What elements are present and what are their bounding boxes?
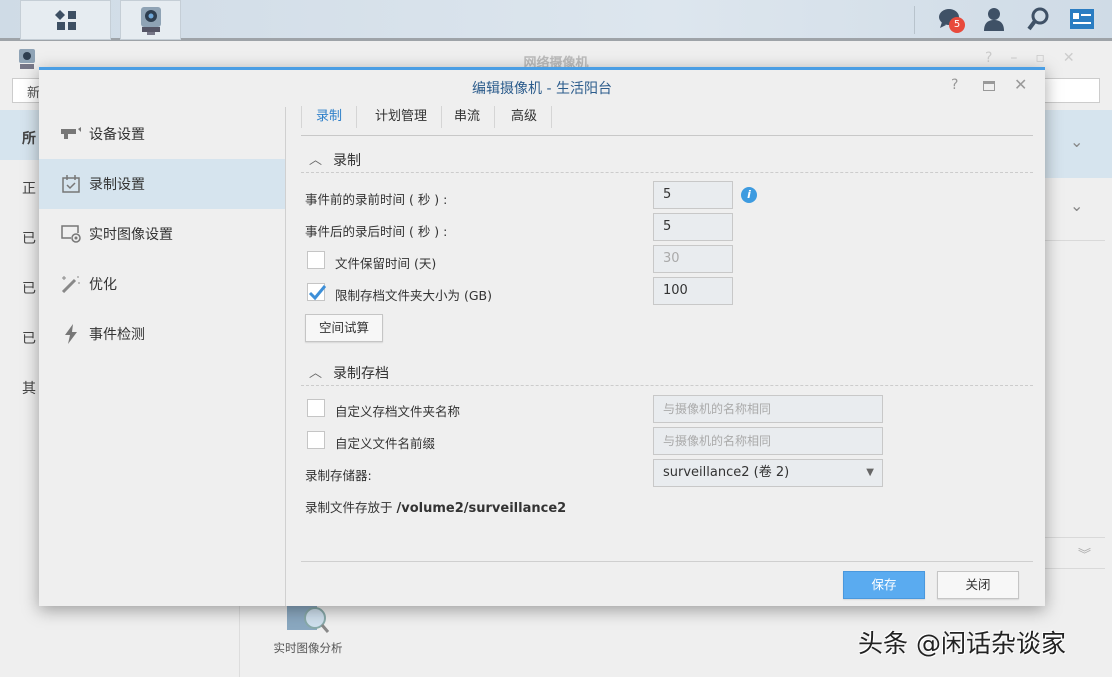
section-title-recording: 录制 — [333, 150, 361, 170]
dialog-title: 编辑摄像机 - 生活阳台 — [39, 78, 1045, 98]
custom-folder-checkbox[interactable] — [307, 399, 325, 417]
main-menu-button[interactable] — [20, 0, 111, 40]
dropdown-arrow-icon: ▼ — [866, 460, 874, 486]
storage-select[interactable]: surveillance2 (卷 2) ▼ — [653, 459, 883, 487]
chevron-down-icon[interactable]: ⌄ — [1070, 196, 1083, 215]
watermark: 头条 @闲话杂谈家 — [858, 624, 1066, 660]
bg-list-item[interactable]: 已 — [22, 278, 36, 298]
info-icon[interactable]: i — [741, 187, 757, 203]
bg-list-item[interactable]: 已 — [22, 228, 36, 248]
sidebar-item-event-detection[interactable]: 事件检测 — [39, 309, 285, 359]
pre-record-label: 事件前的录前时间 ( 秒 ) : — [305, 189, 447, 208]
tab-advanced[interactable]: 高级 — [497, 106, 552, 128]
retention-checkbox[interactable] — [307, 251, 325, 269]
pre-record-input[interactable]: 5 — [653, 181, 733, 209]
widgets-icon[interactable] — [1069, 8, 1095, 30]
camera-icon — [61, 124, 81, 144]
path-label: 录制文件存放于 — [305, 500, 393, 515]
apps-icon — [55, 9, 79, 33]
sidebar-item-live-view-settings[interactable]: 实时图像设置 — [39, 209, 285, 259]
bg-list-item[interactable]: 已 — [22, 328, 36, 348]
save-button[interactable]: 保存 — [843, 571, 925, 599]
taskbar: 5 — [0, 0, 1112, 41]
tab-stream[interactable]: 串流 — [440, 106, 495, 128]
monitor-icon — [61, 224, 81, 244]
sidebar-label: 设备设置 — [89, 124, 145, 144]
custom-prefix-label: 自定义文件名前缀 — [335, 433, 435, 452]
collapse-icon[interactable]: ︿ — [309, 149, 322, 168]
help-icon[interactable]: ? — [951, 77, 958, 93]
sidebar-label: 录制设置 — [89, 174, 145, 194]
close-button[interactable]: 关闭 — [937, 571, 1019, 599]
notification-badge: 5 — [949, 17, 965, 33]
tab-recording[interactable]: 录制 — [302, 106, 357, 128]
search-icon[interactable] — [1027, 7, 1049, 31]
magic-wand-icon — [61, 274, 81, 294]
limit-size-label: 限制存档文件夹大小为 (GB) — [335, 285, 492, 304]
custom-prefix-input[interactable]: 与摄像机的名称相同 — [653, 427, 883, 455]
lightning-icon — [61, 324, 81, 344]
limit-size-input[interactable]: 100 — [653, 277, 733, 305]
double-chevron-down-icon[interactable]: ︾ — [1078, 544, 1091, 563]
storage-path: 录制文件存放于 /volume2/surveillance2 — [305, 497, 566, 516]
retention-input[interactable]: 30 — [653, 245, 733, 273]
sidebar-item-device-settings[interactable]: 设备设置 — [39, 109, 285, 159]
storage-value: surveillance2 (卷 2) — [663, 465, 789, 480]
notifications-button[interactable]: 5 — [938, 7, 966, 33]
dialog-sidebar: 设备设置 录制设置 实时图像设置 优化 事件检测 — [39, 107, 285, 606]
custom-folder-input[interactable]: 与摄像机的名称相同 — [653, 395, 883, 423]
custom-folder-label: 自定义存档文件夹名称 — [335, 401, 460, 420]
sidebar-label: 事件检测 — [89, 324, 145, 344]
limit-size-checkbox[interactable] — [307, 283, 325, 301]
path-value: /volume2/surveillance2 — [397, 501, 567, 516]
checkmark-icon — [308, 284, 326, 302]
chevron-down-icon[interactable]: ⌄ — [1070, 132, 1083, 151]
custom-prefix-checkbox[interactable] — [307, 431, 325, 449]
bg-list-item[interactable]: 所 — [22, 128, 36, 148]
bg-list-item[interactable]: 正 — [22, 178, 36, 198]
bg-list-item[interactable]: 其 — [22, 378, 36, 398]
tab-schedule[interactable]: 计划管理 — [361, 106, 442, 128]
surveillance-app-button[interactable] — [120, 0, 181, 40]
storage-label: 录制存储器: — [305, 465, 372, 484]
sidebar-item-optimize[interactable]: 优化 — [39, 259, 285, 309]
sidebar-item-recording-settings[interactable]: 录制设置 — [39, 159, 285, 209]
sidebar-label: 实时图像设置 — [89, 224, 173, 244]
analytics-icon — [285, 604, 331, 634]
app-label: 实时图像分析 — [268, 640, 348, 656]
window-controls[interactable]: ?–▫✕ — [985, 50, 1093, 66]
camera-icon — [139, 6, 163, 36]
maximize-icon[interactable] — [983, 81, 995, 91]
live-analytics-app[interactable]: 实时图像分析 — [268, 604, 348, 656]
collapse-icon[interactable]: ︿ — [309, 362, 322, 381]
sidebar-label: 优化 — [89, 274, 117, 294]
close-icon[interactable]: ✕ — [1014, 75, 1027, 94]
space-estimate-button[interactable]: 空间试算 — [305, 314, 383, 342]
calendar-check-icon — [61, 174, 81, 194]
post-record-input[interactable]: 5 — [653, 213, 733, 241]
post-record-label: 事件后的录后时间 ( 秒 ) : — [305, 221, 447, 240]
section-title-archive: 录制存档 — [333, 363, 389, 383]
edit-camera-dialog: 编辑摄像机 - 生活阳台 ? ✕ 设备设置 录制设置 实时图像设置 优化 事件检… — [39, 67, 1045, 606]
user-icon[interactable] — [983, 7, 1005, 31]
retention-label: 文件保留时间 (天) — [335, 253, 436, 272]
